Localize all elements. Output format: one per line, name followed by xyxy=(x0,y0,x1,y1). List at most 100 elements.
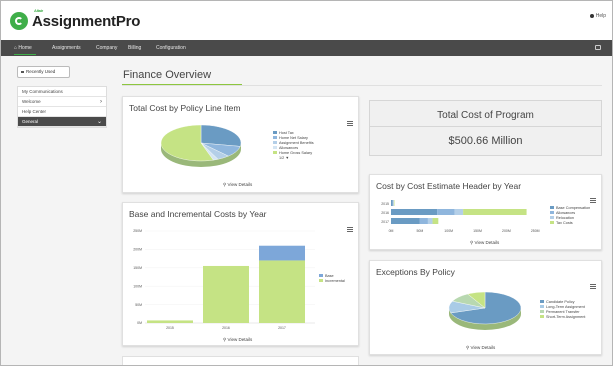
menu-icon[interactable] xyxy=(347,227,353,232)
card-title: Exceptions By Policy xyxy=(376,267,455,277)
bar-base-2017 xyxy=(259,245,305,261)
menu-icon[interactable] xyxy=(590,284,596,289)
legend-label: Assignment Benefits xyxy=(279,140,314,145)
y-tick-200m: 200M xyxy=(133,248,142,252)
legend-label: Long-Term Assignment xyxy=(546,304,585,309)
legend-label: Relocation xyxy=(556,215,574,220)
bar-allowances-2015 xyxy=(392,200,394,206)
nav-home-label: Home xyxy=(18,45,32,51)
legend-label: Permanent Transfer xyxy=(546,309,580,314)
legend-swatch xyxy=(550,211,554,214)
policy-line-pie-chart xyxy=(160,124,242,167)
sidebar-item-label: Welcome xyxy=(22,99,41,104)
bar-allowances-2017 xyxy=(419,218,428,224)
bar-base-compensation-2016 xyxy=(391,209,438,215)
base-incremental-legend: Base Incremental xyxy=(319,273,345,283)
legend-pager[interactable]: 1/2 ▼ xyxy=(273,155,314,160)
legend-item-base-compensation[interactable]: Base Compensation xyxy=(550,205,590,210)
pie-slice-host-tax xyxy=(200,124,242,147)
legend-swatch xyxy=(550,206,554,209)
bar-tax-costs-2015 xyxy=(393,200,395,206)
legend-swatch xyxy=(540,305,544,308)
y-tick-2015: 2015 xyxy=(381,202,389,206)
sidebar-item-help-center[interactable]: Help Center xyxy=(18,107,106,117)
legend-item-tax-costs[interactable]: Tax Costs xyxy=(550,220,590,225)
y-tick-2017: 2017 xyxy=(381,220,389,224)
card-title: Cost by Cost Estimate Header by Year xyxy=(376,181,522,191)
legend-label: Tax Costs xyxy=(556,220,573,225)
estimate-header-bar-chart: 2015 2016 2017 0M 50M 100M 150M 200M 250M xyxy=(381,200,540,233)
legend-swatch xyxy=(540,300,544,303)
sidebar-item-my-communications[interactable]: My Communications xyxy=(18,87,106,97)
legend-item-permanent-transfer[interactable]: Permanent Transfer xyxy=(540,309,585,314)
x-tick-2016: 2016 xyxy=(222,326,230,330)
total-cost-card: Total Cost of Program $500.66 Million xyxy=(369,100,602,156)
chevron-right-icon: › xyxy=(100,99,102,105)
partial-card xyxy=(122,356,359,366)
chevron-down-icon: ⌄ xyxy=(96,119,102,125)
legend-swatch xyxy=(550,221,554,224)
y-tick-100m: 100M xyxy=(133,284,142,288)
x-tick-0m: 0M xyxy=(389,229,394,233)
logo-sup: Altair xyxy=(34,7,44,13)
window-icon[interactable] xyxy=(595,45,601,50)
main-nav: ⌂ Home Assignments Company Billing Confi… xyxy=(0,40,613,56)
y-tick-0m: 0M xyxy=(137,321,142,325)
view-details-link[interactable]: View Details xyxy=(223,182,253,188)
nav-company[interactable]: Company xyxy=(96,40,117,56)
bar-incremental-2015 xyxy=(147,320,193,323)
bar-allowances-2016 xyxy=(437,209,455,215)
nav-billing[interactable]: Billing xyxy=(128,40,141,56)
menu-icon[interactable] xyxy=(590,198,596,203)
exceptions-legend: Candidate Policy Long-Term Assignment Perm… xyxy=(540,299,585,319)
sidebar-item-welcome[interactable]: Welcome › xyxy=(18,97,106,107)
y-tick-2016: 2016 xyxy=(381,211,389,215)
menu-icon[interactable] xyxy=(347,121,353,126)
view-details-link[interactable]: View Details xyxy=(470,240,500,246)
nav-assignments[interactable]: Assignments xyxy=(52,40,81,56)
legend-swatch xyxy=(319,279,323,282)
legend-item-incremental[interactable]: Incremental xyxy=(319,278,345,283)
sidebar-list: My Communications Welcome › Help Center G… xyxy=(17,86,107,128)
legend-label: Allowances xyxy=(279,145,299,150)
app-header: Altair AssignmentPro Help xyxy=(0,0,613,40)
legend-label: Base Compensation xyxy=(556,205,591,210)
legend-swatch xyxy=(550,216,554,219)
x-tick-200m: 200M xyxy=(502,229,511,233)
view-details-link[interactable]: View Details xyxy=(466,345,496,351)
bar-base-compensation-2015 xyxy=(391,200,393,206)
logo-text: Altair AssignmentPro xyxy=(32,8,141,30)
legend-item-short-term-assignment[interactable]: Short-Term Assignment xyxy=(540,314,585,319)
x-tick-50m: 50M xyxy=(416,229,423,233)
policy-line-card: Total Cost by Policy Line Item Host Tax H… xyxy=(122,96,359,193)
estimate-header-card: Cost by Cost Estimate Header by Year 201… xyxy=(369,174,602,250)
legend-label: Candidate Policy xyxy=(546,299,575,304)
bar-relocation-2017 xyxy=(427,218,433,224)
view-details-link[interactable]: View Details xyxy=(223,337,253,343)
legend-label: Base xyxy=(325,273,334,278)
legend-item-assignment-benefits[interactable]: Assignment Benefits xyxy=(273,140,314,145)
sidebar-item-general[interactable]: General ⌄ xyxy=(18,117,106,127)
recently-used-button[interactable]: Recently Used xyxy=(17,66,70,78)
logo-name: AssignmentPro xyxy=(32,12,141,30)
policy-line-legend: Host Tax Home Net Salary Assignment Benefi… xyxy=(273,130,314,160)
legend-item-long-term-assignment[interactable]: Long-Term Assignment xyxy=(540,304,585,309)
legend-swatch xyxy=(273,136,277,139)
legend-swatch xyxy=(273,141,277,144)
exceptions-card: Exceptions By Policy Candidate Policy Lon… xyxy=(369,260,602,355)
bar-base-compensation-2017 xyxy=(391,218,420,224)
total-cost-title: Total Cost of Program xyxy=(437,110,534,121)
legend-label: Home Net Salary xyxy=(279,135,308,140)
nav-configuration[interactable]: Configuration xyxy=(156,40,186,56)
card-title: Total Cost by Policy Line Item xyxy=(129,103,241,113)
legend-item-home-net-salary[interactable]: Home Net Salary xyxy=(273,135,314,140)
y-tick-150m: 150M xyxy=(133,266,142,270)
logo-icon xyxy=(10,12,28,30)
help-link[interactable]: Help xyxy=(589,13,606,19)
legend-swatch xyxy=(273,146,277,149)
title-divider xyxy=(122,85,602,86)
legend-item-home-gross-salary[interactable]: Home Gross Salary xyxy=(273,150,314,155)
app-logo[interactable]: Altair AssignmentPro xyxy=(10,8,141,30)
base-incremental-bar-chart: 0M 50M 100M 150M 200M 250M 2015 2016 2017 xyxy=(133,229,315,330)
sidebar-item-label: Help Center xyxy=(22,109,47,114)
